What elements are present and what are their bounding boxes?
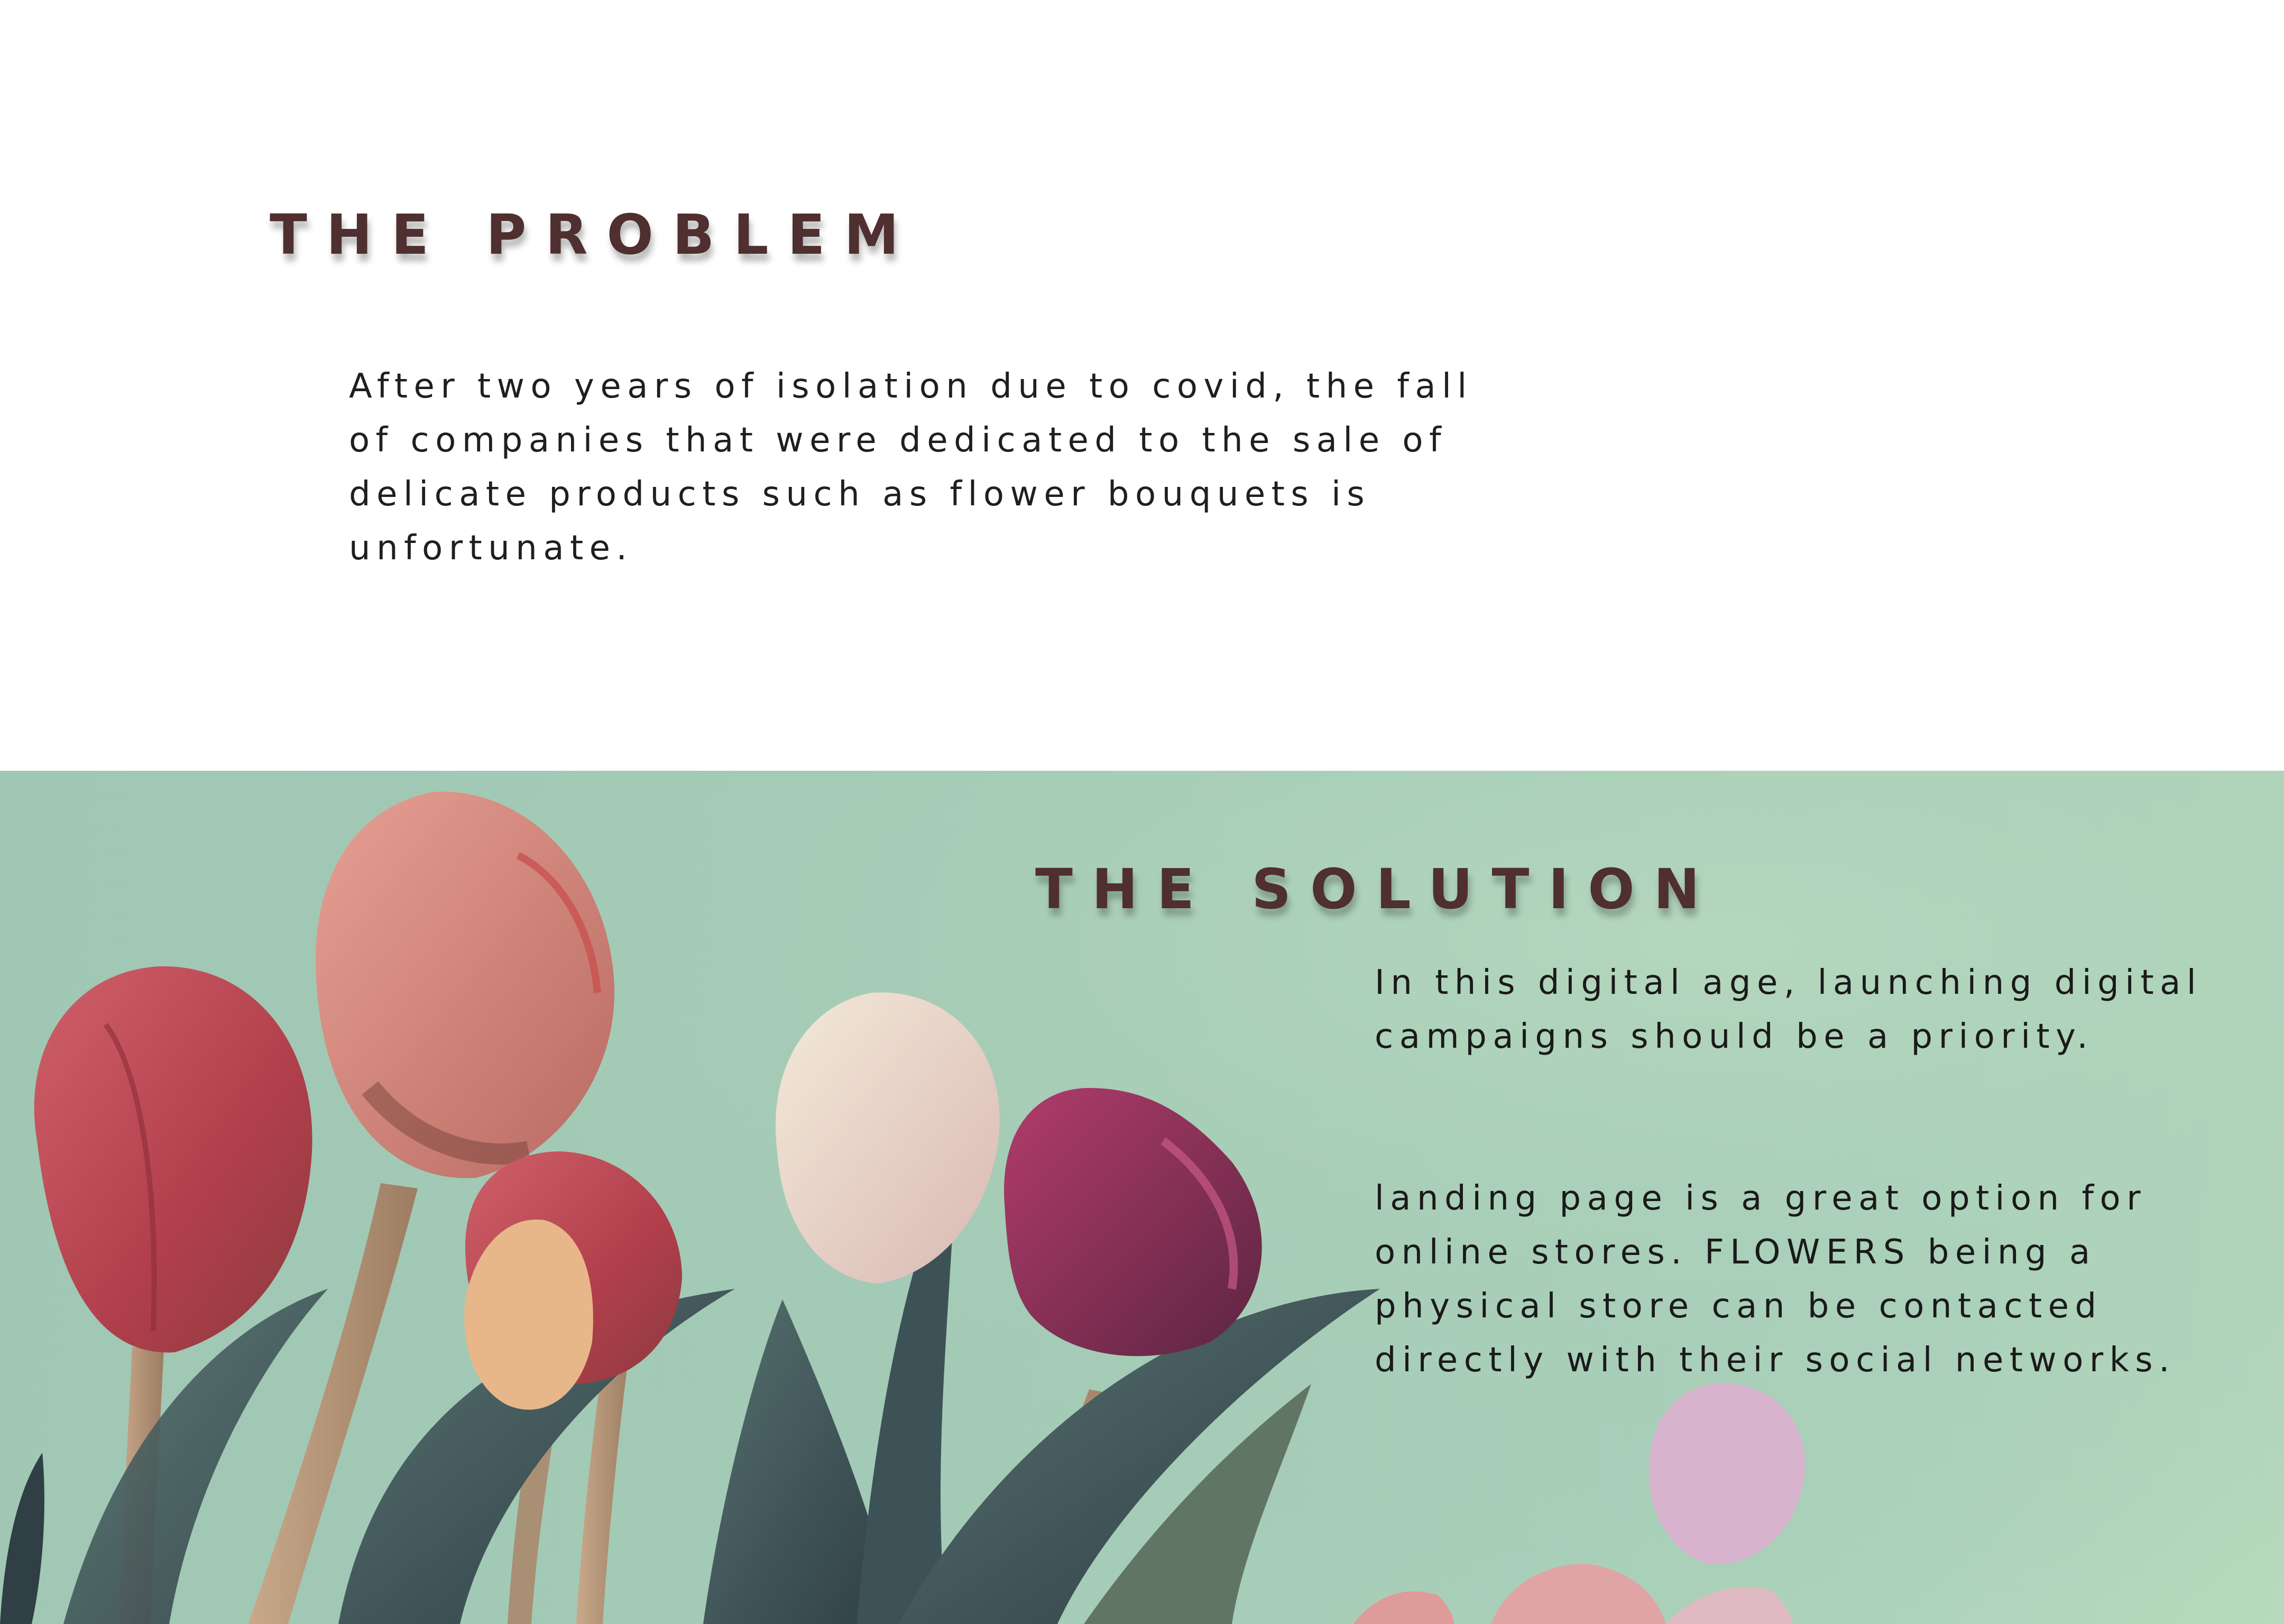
solution-paragraph-1: In this digital age, launching digital c…	[1375, 963, 2203, 1056]
slide-page: THE PROBLEM After two years of isolation…	[0, 0, 2284, 1624]
problem-title: THE PROBLEM	[270, 202, 918, 267]
solution-title: THE SOLUTION	[1035, 857, 1719, 921]
solution-paragraph-2: landing page is a great option for onlin…	[1375, 1179, 2176, 1380]
problem-description: After two years of isolation due to covi…	[349, 367, 1473, 568]
solution-section: THE SOLUTION In this digital age, launch…	[0, 771, 2284, 1624]
